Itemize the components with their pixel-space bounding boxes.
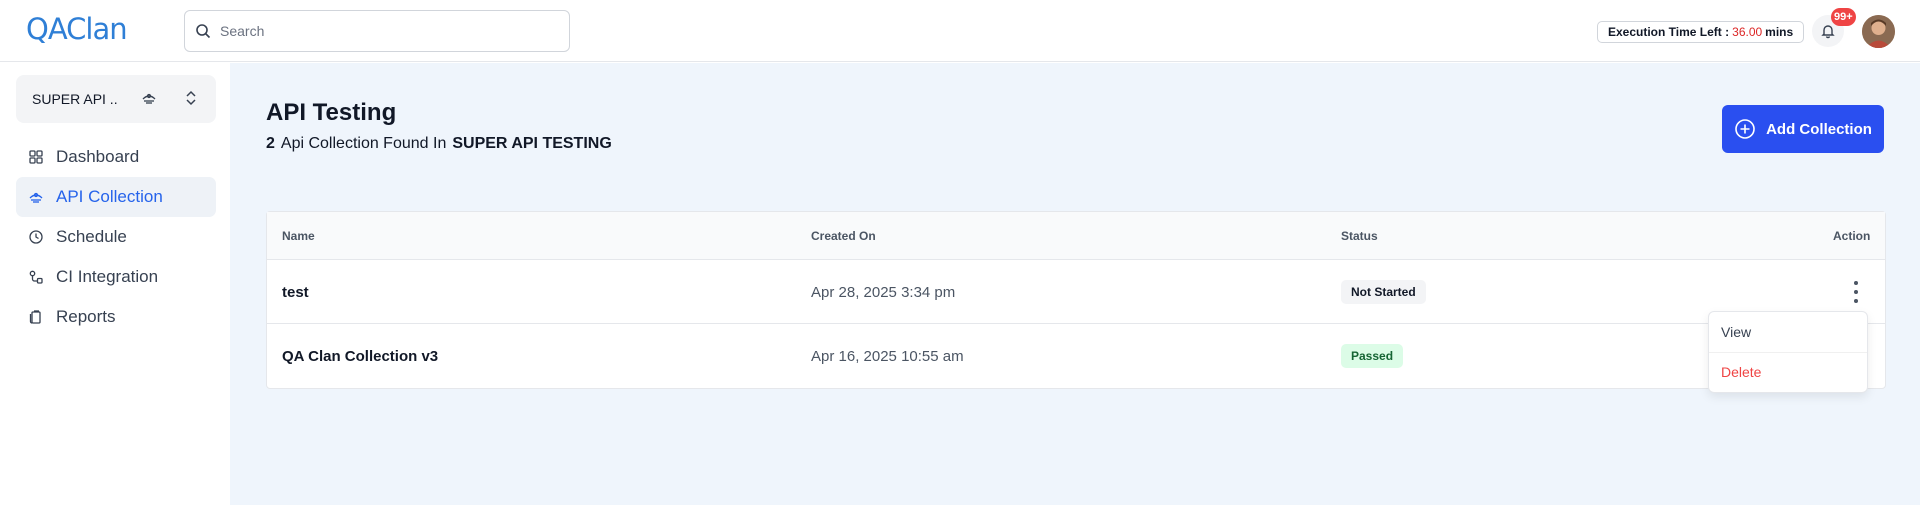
chevron-updown-icon[interactable] (184, 89, 198, 107)
column-header-status: Status (1341, 229, 1378, 243)
collection-name[interactable]: QA Clan Collection v3 (282, 348, 438, 365)
page-title: API Testing (266, 99, 397, 126)
collection-name[interactable]: test (282, 284, 309, 301)
table-row[interactable]: QA Clan Collection v3 Apr 16, 2025 10:55… (267, 324, 1885, 388)
clock-icon (29, 230, 43, 244)
collections-table: Name Created On Status Action test Apr 2… (266, 211, 1886, 389)
notification-badge: 99+ (1831, 8, 1856, 26)
view-menu-item[interactable]: View (1721, 324, 1751, 340)
table-header: Name Created On Status Action (267, 212, 1885, 260)
search-input[interactable] (220, 23, 540, 39)
sidebar-item-dashboard[interactable]: Dashboard (16, 137, 216, 177)
table-row[interactable]: test Apr 28, 2025 3:34 pm Not Started (267, 260, 1885, 324)
sidebar-item-label: API Collection (56, 187, 163, 206)
sidebar-item-label: CI Integration (56, 267, 159, 286)
collection-count: 2 (266, 135, 275, 152)
plus-circle-icon (1735, 119, 1755, 139)
add-collection-button[interactable]: Add Collection (1722, 105, 1884, 153)
found-text: Api Collection Found In (280, 135, 447, 152)
sidebar-item-label: Schedule (56, 227, 127, 246)
api-icon (29, 192, 43, 203)
sidebar-item-reports[interactable]: Reports (16, 297, 216, 337)
status-badge: Not Started (1341, 280, 1426, 304)
project-selector[interactable]: SUPER API .. (16, 75, 216, 123)
column-header-name: Name (282, 229, 315, 243)
column-header-action: Action (1833, 229, 1871, 243)
project-name: SUPER API .. (32, 91, 118, 107)
sidebar-item-ci-integration[interactable]: CI Integration (16, 257, 216, 297)
grid-icon (29, 150, 43, 164)
user-avatar[interactable] (1862, 15, 1895, 48)
created-on: Apr 16, 2025 10:55 am (811, 348, 964, 365)
sidebar-item-api-collection[interactable]: API Collection (16, 177, 216, 217)
execution-time-pill: Execution Time Left : 36.00 mins (1597, 21, 1805, 43)
column-header-created-on: Created On (811, 229, 876, 243)
project-title: SUPER API TESTING (452, 135, 612, 152)
top-header: QAClan Execution Time Left : 36.00 mins … (0, 0, 1920, 62)
integration-icon (29, 270, 43, 284)
row-actions-menu: View Delete (1708, 311, 1868, 393)
search-icon (196, 24, 211, 39)
execution-label: Execution Time Left : (1608, 25, 1730, 39)
avatar-image (1862, 15, 1895, 48)
add-collection-label: Add Collection (1766, 120, 1872, 138)
sidebar-item-label: Reports (56, 307, 116, 326)
reports-icon (29, 310, 41, 324)
bell-icon (1821, 25, 1835, 39)
api-icon (142, 93, 156, 104)
created-on: Apr 28, 2025 3:34 pm (811, 284, 956, 301)
page-subtitle: 2 Api Collection Found In SUPER API TESTIN… (266, 135, 612, 153)
sidebar-item-label: Dashboard (56, 147, 140, 166)
menu-divider (1709, 352, 1867, 353)
more-actions-icon[interactable] (1851, 281, 1861, 303)
search-box[interactable] (184, 10, 570, 52)
execution-value: 36.00 (1732, 25, 1763, 39)
app-logo[interactable]: QAClan (26, 12, 128, 46)
execution-unit: mins (1765, 25, 1794, 39)
delete-menu-item[interactable]: Delete (1721, 364, 1761, 380)
sidebar-item-schedule[interactable]: Schedule (16, 217, 216, 257)
status-badge: Passed (1341, 344, 1404, 368)
main-content: API Testing 2 Api Collection Found In SUPE… (230, 63, 1920, 505)
sidebar: SUPER API .. Dashboard API Collection Sc… (0, 63, 230, 505)
